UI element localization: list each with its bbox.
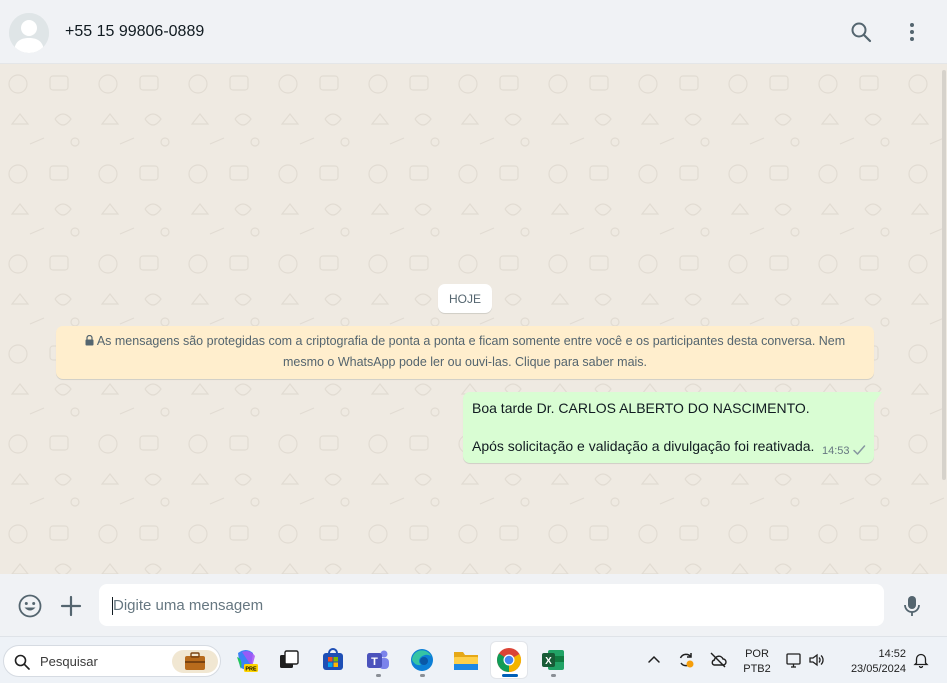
chat-scrollbar[interactable] — [941, 64, 947, 574]
chat-header: +55 15 99806-0889 — [0, 0, 947, 64]
svg-text:PRE: PRE — [245, 667, 257, 673]
microphone-icon[interactable] — [899, 593, 925, 619]
taskbar-file-explorer-icon[interactable] — [448, 642, 484, 678]
encryption-notice-line1: As mensagens são protegidas com a cripto… — [78, 331, 852, 352]
attach-plus-icon[interactable] — [58, 593, 84, 619]
input-language-indicator[interactable]: POR PTB2 — [742, 647, 772, 677]
chat-area[interactable]: HOJE As mensagens são protegidas com a c… — [0, 64, 947, 574]
menu-icon[interactable] — [900, 20, 924, 44]
windows-taskbar: Pesquisar PRE T X POR PTB2 14:52 23/05/2… — [0, 636, 947, 683]
taskbar-active-indicator — [502, 674, 518, 677]
taskbar-chrome-icon[interactable] — [491, 642, 527, 678]
message-composer — [0, 574, 947, 636]
contact-avatar[interactable] — [9, 13, 49, 53]
message-timestamp: 14:53 — [822, 445, 850, 457]
message-text-line2: Após solicitação e validação a divulgaçã… — [472, 438, 815, 454]
svg-text:X: X — [545, 656, 552, 667]
clock-date: 23/05/2024 — [850, 663, 906, 675]
search-icon — [14, 654, 30, 670]
chat-background-pattern — [0, 64, 947, 574]
single-check-icon — [853, 445, 866, 455]
taskbar-running-indicator — [376, 674, 381, 677]
text-caret — [112, 597, 113, 615]
taskbar-clock[interactable]: 14:52 23/05/2024 — [840, 647, 906, 677]
chevron-up-icon[interactable] — [645, 651, 663, 669]
date-chip: HOJE — [438, 284, 492, 313]
encryption-notice[interactable]: As mensagens são protegidas com a cripto… — [56, 326, 874, 379]
taskbar-store-icon[interactable] — [315, 642, 351, 678]
bubble-tail — [874, 392, 882, 403]
sync-icon[interactable] — [677, 651, 695, 669]
outgoing-message-bubble[interactable]: Boa tarde Dr. CARLOS ALBERTO DO NASCIMEN… — [463, 392, 874, 463]
cloud-offline-icon[interactable] — [709, 651, 727, 669]
volume-icon[interactable] — [808, 651, 826, 669]
taskbar-copilot-icon[interactable]: PRE — [228, 642, 264, 678]
taskbar-teams-icon[interactable]: T — [360, 642, 396, 678]
search-icon[interactable] — [849, 20, 873, 44]
contact-name[interactable]: +55 15 99806-0889 — [65, 23, 204, 41]
taskbar-search-box[interactable]: Pesquisar — [3, 645, 221, 677]
clock-time: 14:52 — [878, 648, 906, 660]
encryption-notice-line2: mesmo o WhatsApp pode ler ou ouvi-las. C… — [282, 355, 648, 369]
search-highlight-badge[interactable] — [172, 650, 218, 673]
taskbar-excel-icon[interactable]: X — [535, 642, 571, 678]
network-icon[interactable] — [785, 651, 803, 669]
taskbar-edge-icon[interactable] — [404, 642, 440, 678]
lock-icon — [85, 335, 94, 346]
emoji-icon[interactable] — [17, 593, 43, 619]
taskbar-search-label: Pesquisar — [40, 654, 98, 669]
svg-text:T: T — [371, 656, 378, 668]
notification-bell-icon[interactable] — [912, 651, 930, 669]
taskbar-task-view-icon[interactable] — [271, 642, 307, 678]
taskbar-running-indicator — [551, 674, 556, 677]
taskbar-running-indicator — [420, 674, 425, 677]
chat-scrollbar-thumb[interactable] — [942, 70, 946, 480]
message-text-line1: Boa tarde Dr. CARLOS ALBERTO DO NASCIMEN… — [472, 400, 810, 416]
message-input[interactable] — [99, 584, 884, 626]
